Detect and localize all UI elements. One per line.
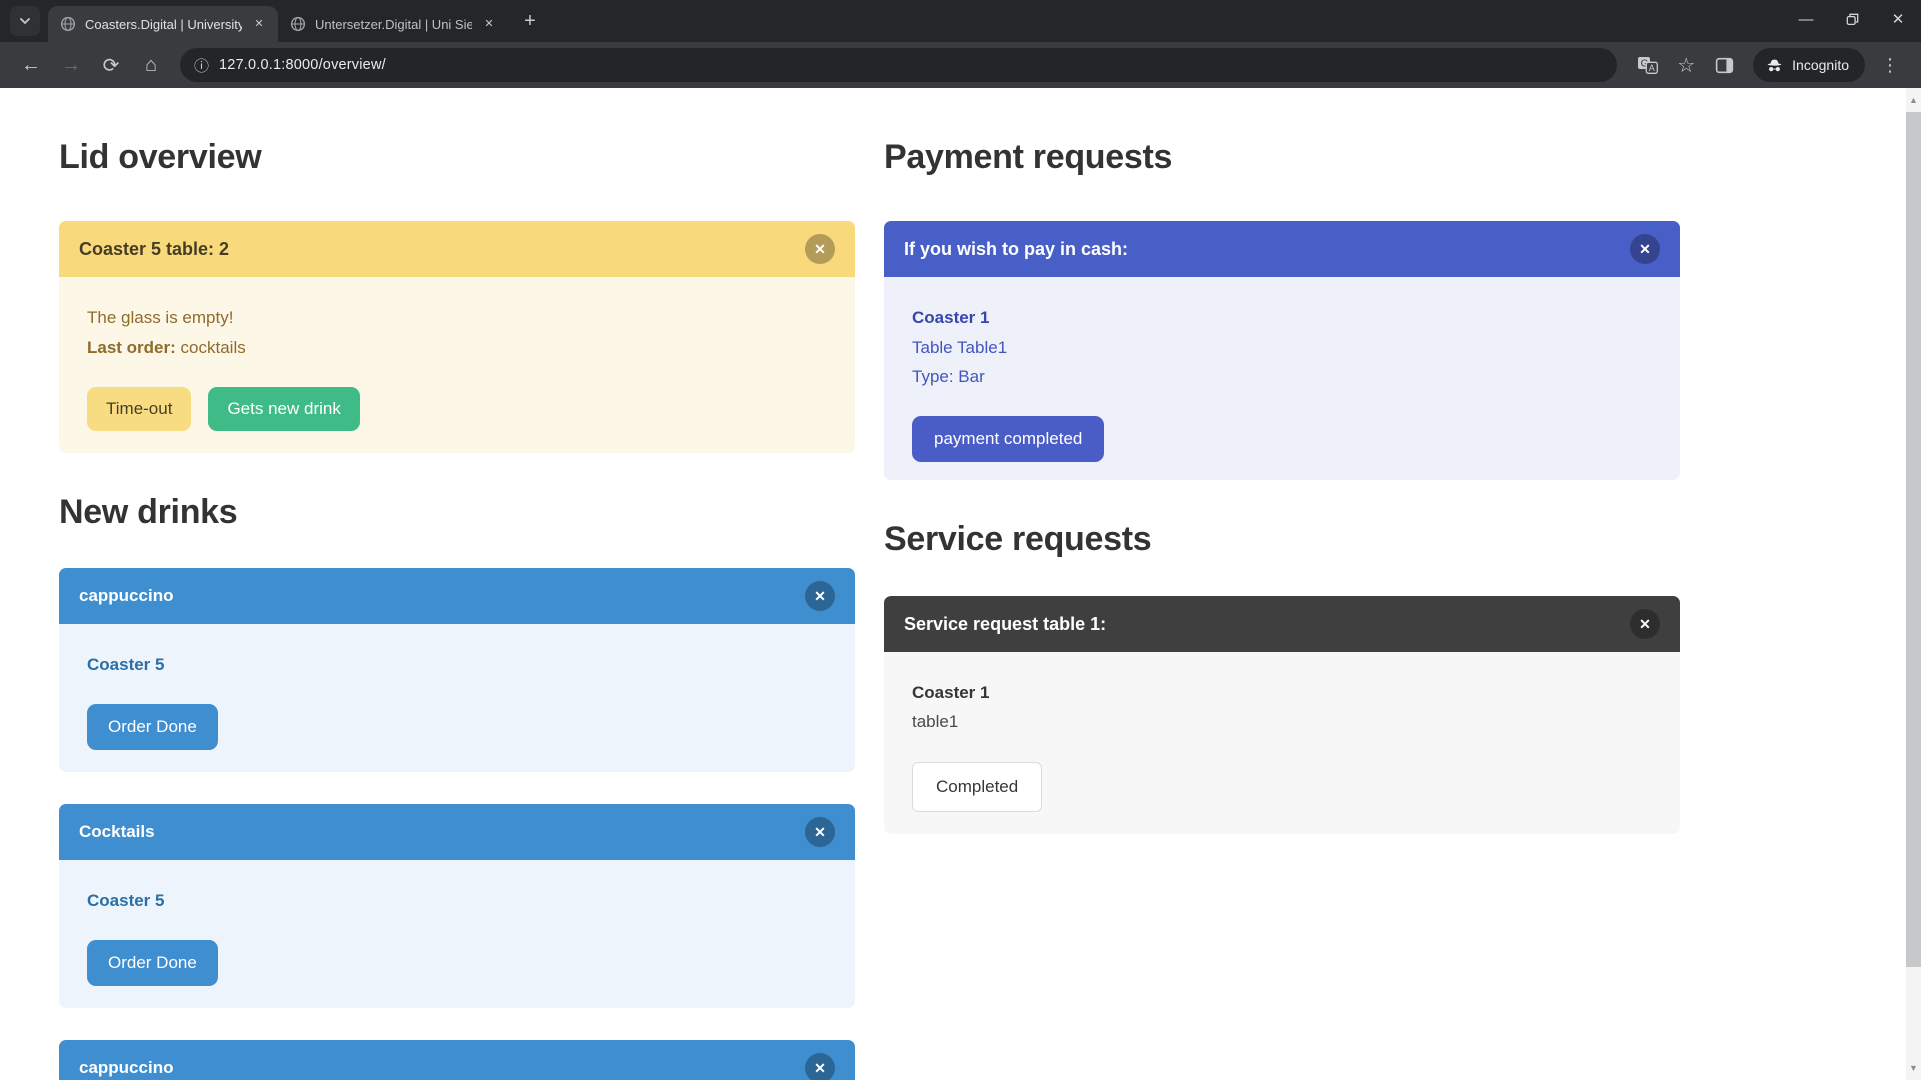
gets-new-drink-button[interactable]: Gets new drink bbox=[208, 387, 360, 431]
table-label: Table Table1 bbox=[912, 337, 1008, 357]
new-drinks-heading: New drinks bbox=[59, 493, 238, 531]
drink-card-cocktails: Cocktails ✕ Coaster 5 Order Done bbox=[59, 804, 855, 1008]
service-requests-heading: Service requests bbox=[884, 519, 1152, 558]
coaster-label: Coaster 1 bbox=[912, 678, 1652, 707]
left-column: Lid overview Coaster 5 table: 2 ✕ The gl… bbox=[59, 138, 855, 1080]
url-text: 127.0.0.1:8000/overview/ bbox=[219, 57, 386, 73]
tab-coasters-digital[interactable]: Coasters.Digital | University of S ✕ bbox=[48, 6, 278, 42]
browser-toolbar: ← → ⟳ ⌂ ⓘ 127.0.0.1:8000/overview/ GA ☆ … bbox=[0, 42, 1921, 88]
drink-card-header: cappuccino ✕ bbox=[59, 568, 855, 624]
last-order-value: cocktails bbox=[180, 338, 246, 357]
payment-request-card: If you wish to pay in cash: ✕ Coaster 1 … bbox=[884, 221, 1680, 480]
tab-untersetzer-digital[interactable]: Untersetzer.Digital | Uni Siegen ✕ bbox=[278, 6, 508, 42]
lid-alert-body: The glass is empty! Last order: cocktail… bbox=[59, 277, 855, 453]
service-request-card: Service request table 1: ✕ Coaster 1 tab… bbox=[884, 595, 1680, 834]
coaster-name: Coaster 1 bbox=[912, 682, 990, 702]
payment-card-body: Coaster 1 Table Table1 Type: Bar payment… bbox=[884, 277, 1680, 480]
payment-card-title: If you wish to pay in cash: bbox=[904, 239, 1129, 259]
window-controls: — ✕ bbox=[1783, 0, 1921, 38]
side-panel-icon[interactable] bbox=[1707, 48, 1741, 82]
coaster-label: Coaster 1 bbox=[912, 303, 1652, 333]
service-card-actions: Completed bbox=[912, 736, 1652, 812]
drink-card-header: Cocktails ✕ bbox=[59, 804, 855, 860]
order-done-button[interactable]: Order Done bbox=[87, 704, 218, 750]
close-icon[interactable]: ✕ bbox=[1630, 608, 1660, 639]
toolbar-right-cluster: GA ☆ Incognito ⋮ bbox=[1627, 48, 1911, 82]
bookmark-star-icon[interactable]: ☆ bbox=[1669, 48, 1703, 82]
lid-alert-actions: Time-out Gets new drink bbox=[87, 387, 827, 431]
drink-card-actions: Order Done bbox=[87, 680, 827, 750]
close-icon[interactable]: ✕ bbox=[805, 1053, 835, 1080]
drink-card-body: Coaster 5 Order Done bbox=[59, 860, 855, 1008]
drink-card-body: Coaster 5 Order Done bbox=[59, 624, 855, 772]
restore-icon bbox=[1846, 13, 1858, 25]
tab-title: Coasters.Digital | University of S bbox=[85, 16, 242, 32]
overview-page: Lid overview Coaster 5 table: 2 ✕ The gl… bbox=[0, 88, 1906, 1080]
table-label: table1 bbox=[912, 711, 959, 731]
drink-name: cappuccino bbox=[79, 1058, 174, 1077]
new-tab-button[interactable]: + bbox=[516, 7, 544, 35]
last-order-line: Last order: cocktails bbox=[87, 333, 827, 363]
last-order-label: Last order: bbox=[87, 338, 176, 357]
incognito-spy-icon bbox=[1767, 59, 1782, 71]
lid-alert-title: Coaster 5 table: 2 bbox=[79, 239, 230, 259]
close-icon[interactable]: ✕ bbox=[805, 234, 835, 264]
payment-completed-button[interactable]: payment completed bbox=[912, 415, 1105, 462]
address-bar[interactable]: ⓘ 127.0.0.1:8000/overview/ bbox=[180, 48, 1618, 82]
drink-card-cappuccino-1: cappuccino ✕ Coaster 5 Order Done bbox=[59, 568, 855, 772]
window-close-button[interactable]: ✕ bbox=[1875, 0, 1921, 38]
order-done-button[interactable]: Order Done bbox=[87, 940, 218, 986]
glass-empty-text: The glass is empty! bbox=[87, 308, 234, 327]
type-label: Type: Bar bbox=[912, 367, 985, 386]
page-viewport: Lid overview Coaster 5 table: 2 ✕ The gl… bbox=[0, 88, 1906, 1080]
chevron-down-icon bbox=[20, 18, 30, 25]
coaster-label: Coaster 5 bbox=[87, 655, 165, 674]
tab-search-button[interactable] bbox=[10, 6, 40, 36]
service-card-title: Service request table 1: bbox=[904, 613, 1107, 634]
time-out-button[interactable]: Time-out bbox=[87, 387, 192, 431]
globe-favicon-icon bbox=[290, 16, 306, 32]
right-column: Payment requests If you wish to pay in c… bbox=[884, 138, 1680, 1080]
tab-title: Untersetzer.Digital | Uni Siegen bbox=[315, 16, 472, 32]
tab-close-icon[interactable]: ✕ bbox=[250, 15, 268, 33]
drink-card-header: cappuccino ✕ bbox=[59, 1040, 855, 1080]
svg-text:A: A bbox=[1649, 63, 1655, 73]
lid-alert-card: Coaster 5 table: 2 ✕ The glass is empty!… bbox=[59, 221, 855, 453]
drink-name: Cocktails bbox=[79, 822, 155, 841]
window-minimize-button[interactable]: — bbox=[1783, 0, 1829, 38]
incognito-badge: Incognito bbox=[1753, 48, 1865, 82]
tab-close-icon[interactable]: ✕ bbox=[480, 15, 498, 33]
incognito-label: Incognito bbox=[1792, 57, 1849, 73]
lid-alert-header: Coaster 5 table: 2 ✕ bbox=[59, 221, 855, 277]
scrollbar-thumb[interactable] bbox=[1906, 112, 1921, 967]
drink-name: cappuccino bbox=[79, 586, 174, 605]
scroll-down-icon[interactable]: ▼ bbox=[1906, 1056, 1921, 1080]
close-icon[interactable]: ✕ bbox=[805, 581, 835, 611]
page-scrollbar[interactable]: ▲ ▼ bbox=[1906, 88, 1921, 1080]
payment-requests-heading: Payment requests bbox=[884, 138, 1173, 176]
drink-card-cappuccino-2: cappuccino ✕ bbox=[59, 1040, 855, 1080]
site-info-icon[interactable]: ⓘ bbox=[194, 55, 209, 76]
reload-button[interactable]: ⟳ bbox=[94, 48, 128, 82]
coaster-name: Coaster 1 bbox=[912, 308, 990, 327]
lid-overview-heading: Lid overview bbox=[59, 138, 262, 176]
coaster-label: Coaster 5 bbox=[87, 891, 165, 910]
back-button[interactable]: ← bbox=[14, 48, 48, 82]
globe-favicon-icon bbox=[60, 16, 76, 32]
home-button[interactable]: ⌂ bbox=[134, 48, 168, 82]
close-icon[interactable]: ✕ bbox=[1630, 234, 1660, 264]
forward-button[interactable]: → bbox=[54, 48, 88, 82]
service-card-body: Coaster 1 table1 Completed bbox=[884, 651, 1680, 834]
window-restore-button[interactable] bbox=[1829, 0, 1875, 38]
tab-strip: Coasters.Digital | University of S ✕ Unt… bbox=[0, 0, 1921, 42]
browser-menu-icon[interactable]: ⋮ bbox=[1873, 48, 1907, 82]
payment-card-header: If you wish to pay in cash: ✕ bbox=[884, 221, 1680, 277]
payment-card-actions: payment completed bbox=[912, 392, 1652, 462]
completed-button[interactable]: Completed bbox=[912, 761, 1043, 812]
drink-card-actions: Order Done bbox=[87, 916, 827, 986]
scroll-up-icon[interactable]: ▲ bbox=[1906, 88, 1921, 112]
service-card-header: Service request table 1: ✕ bbox=[884, 595, 1680, 652]
translate-icon[interactable]: GA bbox=[1631, 48, 1665, 82]
close-icon[interactable]: ✕ bbox=[805, 817, 835, 847]
